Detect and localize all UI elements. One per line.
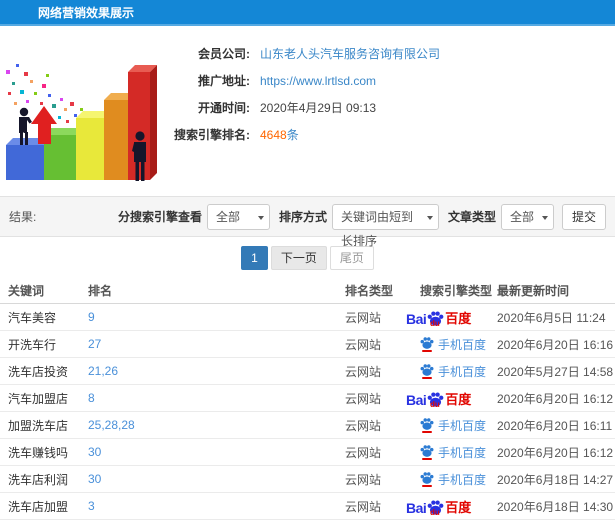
keyword-cell: 汽车加盟店 [8,391,69,406]
page-title: 网络营销效果展示 [38,6,135,20]
company-label: 会员公司: [198,47,250,61]
col-rank-type: 排名类型 [345,284,394,298]
engine-select[interactable]: 全部 [206,203,270,230]
engine-cell: 手机百度 [420,471,497,488]
engine-filter-label: 分搜索引擎查看 [117,210,202,224]
chevron-down-icon [426,215,433,220]
promo-url-link[interactable]: https://www.lrtlsd.com [260,74,376,88]
rank-cell[interactable]: 21,26 [88,364,345,378]
rank-type-cell: 云网站 [345,418,382,433]
chevron-down-icon [541,215,548,220]
col-engine-type: 搜索引擎类型 [420,284,493,298]
table-row: 开洗车行 27 云网站 手机百度 2020年6月20日 16:16 [0,331,615,358]
updated-cell: 2020年6月20日 16:16 [497,337,614,352]
mobile-baidu-paw-icon [420,336,434,352]
results-table-body: 汽车美容 9 云网站 Bai du 百度 2020年6月5日 11:24 开洗车行 27 云网站手… [0,304,615,520]
col-rank: 排名 [88,284,113,298]
rank-type-cell: 云网站 [345,337,382,352]
table-row: 汽车加盟店 8 云网站 Bai du 百度 2020年6月20日 16:12 [0,385,615,412]
submit-button[interactable]: 提交 [561,203,606,230]
updated-cell: 2020年6月18日 14:30 [497,499,614,514]
filter-bar: 结果: 分搜索引擎查看 全部 排序方式 关键词由短到长排序 文章类型 全部 提交 [0,196,615,248]
table-row: 洗车店投资 21,26 云网站 手机百度 2020年5月27日 14:58 [0,358,615,385]
keyword-cell: 洗车赚钱吗 [8,445,69,460]
next-page-button[interactable]: 下一页 [270,245,327,270]
article-type-label: 文章类型 [447,210,496,224]
keyword-cell: 加盟洗车店 [8,418,69,433]
rank-cell[interactable]: 27 [88,337,345,351]
rank-cell[interactable]: 3 [88,499,345,513]
mobile-baidu-logo: 手机百度 [420,417,486,434]
rank-count-value: 4648条 [260,128,299,142]
updated-cell: 2020年6月20日 16:11 [497,418,613,433]
info-row-open-time: 开通时间: 2020年4月29日 09:13 [158,94,440,121]
engine-cell: 手机百度 [420,417,497,434]
table-row: 洗车店利润 30 云网站 手机百度 2020年6月18日 14:27 [0,466,615,493]
updated-cell: 2020年6月18日 14:27 [497,472,614,487]
rank-cell[interactable]: 9 [88,310,345,324]
baidu-logo: Bai du 百度 [406,391,472,409]
company-info: 会员公司: 山东老人头汽车服务咨询有限公司 推广地址: https://www.… [158,40,440,148]
updated-cell: 2020年6月5日 11:24 [497,310,606,325]
rank-cell[interactable]: 8 [88,391,345,405]
mobile-baidu-paw-icon [420,471,434,487]
filter-controls: 分搜索引擎查看 全部 排序方式 关键词由短到长排序 文章类型 全部 提交 [114,203,606,248]
engine-cell: Bai du 百度 [406,308,497,328]
company-name-link[interactable]: 山东老人头汽车服务咨询有限公司 [260,45,440,62]
col-keyword: 关键词 [8,284,45,298]
rank-type-cell: 云网站 [345,364,382,379]
chevron-down-icon [257,215,264,220]
baidu-logo: Bai du 百度 [406,499,472,517]
engine-cell: 手机百度 [420,444,497,461]
mobile-baidu-logo: 手机百度 [420,336,486,353]
growth-chart-illustration [6,64,157,181]
keyword-cell: 开洗车行 [8,337,57,352]
updated-cell: 2020年5月27日 14:58 [497,364,614,379]
results-table: 关键词 排名 排名类型 搜索引擎类型 最新更新时间 汽车美容 9 云网站 Bai du 百… [0,278,615,520]
mobile-baidu-logo: 手机百度 [420,363,486,380]
info-section: 会员公司: 山东老人头汽车服务咨询有限公司 推广地址: https://www.… [0,26,615,196]
rank-cell[interactable]: 30 [88,445,345,459]
baidu-logo: Bai du 百度 [406,310,472,328]
result-label: 结果: [9,210,37,224]
updated-cell: 2020年6月20日 16:12 [497,445,614,460]
promo-url-label: 推广地址: [198,74,250,88]
info-row-company: 会员公司: 山东老人头汽车服务咨询有限公司 [158,40,440,67]
engine-cell: 手机百度 [420,363,497,380]
article-type-select[interactable]: 全部 [500,203,554,230]
info-row-rank-count: 搜索引擎排名: 4648条 [158,121,440,148]
rank-count-label: 搜索引擎排名: [174,128,250,142]
keyword-cell: 洗车店加盟 [8,499,69,514]
keyword-cell: 汽车美容 [8,310,57,325]
keyword-cell: 洗车店利润 [8,472,69,487]
engine-cell: Bai du 百度 [406,497,497,517]
engine-cell: 手机百度 [420,336,497,353]
table-row: 加盟洗车店 25,28,28 云网站 手机百度 2020年6月20日 16:11 [0,412,615,439]
table-row: 洗车赚钱吗 30 云网站 手机百度 2020年6月20日 16:12 [0,439,615,466]
rank-cell[interactable]: 25,28,28 [88,418,345,432]
mobile-baidu-logo: 手机百度 [420,471,486,488]
mobile-baidu-paw-icon [420,417,434,433]
keyword-cell: 洗车店投资 [8,364,69,379]
open-time-label: 开通时间: [198,101,250,115]
rank-type-cell: 云网站 [345,472,382,487]
sort-select[interactable]: 关键词由短到长排序 [331,203,439,248]
pagination: 1 下一页 尾页 [0,237,615,278]
rank-type-cell: 云网站 [345,445,382,460]
updated-cell: 2020年6月20日 16:12 [497,391,614,406]
table-row: 洗车店加盟 3 云网站 Bai du 百度 2020年6月18日 14:30 [0,493,615,520]
table-row: 汽车美容 9 云网站 Bai du 百度 2020年6月5日 11:24 [0,304,615,331]
mobile-baidu-paw-icon [420,444,434,460]
mobile-baidu-logo: 手机百度 [420,444,486,461]
mobile-baidu-paw-icon [420,363,434,379]
open-time-value: 2020年4月29日 09:13 [260,101,377,115]
rank-cell[interactable]: 30 [88,472,345,486]
sort-label: 排序方式 [278,210,327,224]
engine-cell: Bai du 百度 [406,389,497,409]
info-row-url: 推广地址: https://www.lrtlsd.com [158,67,440,94]
header-bar: 网络营销效果展示 [0,0,615,26]
col-updated: 最新更新时间 [497,284,570,298]
page-1-button[interactable]: 1 [241,245,268,270]
table-header: 关键词 排名 排名类型 搜索引擎类型 最新更新时间 [0,278,615,304]
